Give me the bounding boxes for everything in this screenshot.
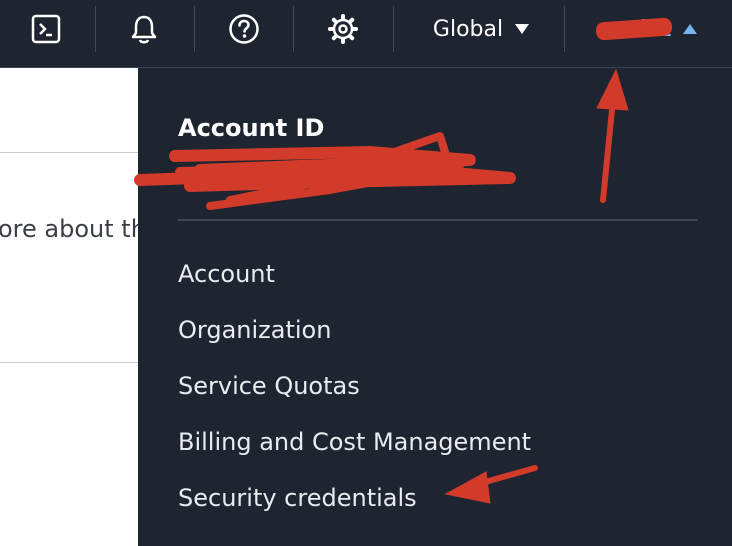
background-text: ore about th <box>0 215 146 243</box>
caret-up-icon <box>682 24 697 34</box>
menu-item-organization[interactable]: Organization <box>178 316 331 344</box>
menu-item-service-quotas[interactable]: Service Quotas <box>178 372 360 400</box>
caret-down-icon <box>515 24 530 34</box>
divider <box>0 152 138 153</box>
background-page: ore about th <box>0 68 146 546</box>
account-dropdown-menu: Account ID Account Organization Service … <box>138 68 732 546</box>
cloudshell-icon <box>31 14 61 44</box>
settings-button[interactable] <box>312 0 374 58</box>
menu-item-account[interactable]: Account <box>178 260 275 288</box>
region-label: Global <box>432 16 504 42</box>
gear-icon <box>328 14 358 44</box>
bell-icon <box>131 15 157 44</box>
separator <box>393 6 394 52</box>
notifications-button[interactable] <box>114 0 174 58</box>
cloudshell-button[interactable] <box>16 0 76 58</box>
separator <box>95 6 96 52</box>
help-icon <box>229 14 259 44</box>
separator <box>564 6 565 52</box>
menu-item-security-credentials[interactable]: Security credentials <box>178 484 417 512</box>
account-id-heading: Account ID <box>178 114 325 142</box>
separator <box>293 6 294 52</box>
help-button[interactable] <box>213 0 275 58</box>
top-navigation-bar: Global …f62 <box>0 0 732 68</box>
divider <box>0 362 138 363</box>
region-selector[interactable]: Global <box>408 0 554 58</box>
separator <box>194 6 195 52</box>
menu-divider <box>178 219 698 221</box>
menu-item-billing[interactable]: Billing and Cost Management <box>178 428 531 456</box>
